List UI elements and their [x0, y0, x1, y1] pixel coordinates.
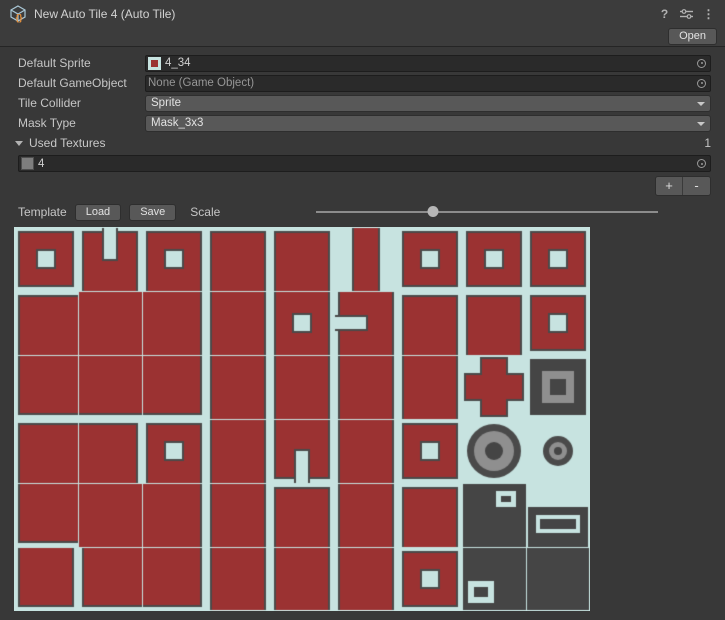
texture-thumbnail: [21, 157, 34, 170]
default-sprite-row: Default Sprite 4_34: [18, 53, 711, 73]
load-button[interactable]: Load: [75, 204, 121, 221]
default-gameobject-field[interactable]: None (Game Object): [145, 75, 711, 92]
tile-collider-label: Tile Collider: [18, 96, 145, 110]
add-button[interactable]: +: [656, 177, 683, 195]
default-gameobject-label: Default GameObject: [18, 76, 145, 90]
list-size-buttons: + -: [655, 176, 711, 196]
inspector-header: {} New Auto Tile 4 (Auto Tile) ? ⋮: [0, 0, 725, 28]
object-picker-icon[interactable]: [697, 59, 706, 68]
help-icon[interactable]: ?: [657, 7, 672, 21]
list-size-row: + -: [18, 174, 711, 198]
texture-field[interactable]: 4: [18, 155, 711, 172]
open-row: Open: [0, 28, 725, 47]
scale-slider[interactable]: [316, 205, 658, 219]
kebab-menu-icon[interactable]: ⋮: [701, 7, 716, 21]
mask-type-label: Mask Type: [18, 116, 145, 130]
mask-type-dropdown[interactable]: Mask_3x3: [145, 115, 711, 132]
tileset-template-preview[interactable]: [14, 227, 590, 611]
scale-label: Scale: [190, 205, 220, 219]
open-button[interactable]: Open: [668, 28, 717, 45]
used-textures-count: 1: [704, 136, 711, 150]
chevron-down-icon: [697, 102, 705, 106]
default-sprite-field[interactable]: 4_34: [145, 55, 711, 72]
remove-button[interactable]: -: [683, 177, 710, 195]
presets-icon[interactable]: [679, 8, 694, 20]
sprite-thumbnail: [148, 57, 161, 70]
texture-list-item: 4: [18, 153, 711, 174]
object-picker-icon[interactable]: [697, 159, 706, 168]
inspector-body: Default Sprite 4_34 Default GameObject N…: [0, 47, 725, 611]
chevron-down-icon: [697, 122, 705, 126]
foldout-triangle-icon[interactable]: [15, 141, 23, 146]
object-picker-icon[interactable]: [697, 79, 706, 88]
template-label: Template: [18, 205, 67, 219]
window-title: New Auto Tile 4 (Auto Tile): [34, 7, 175, 21]
auto-tile-asset-icon: {}: [9, 5, 27, 23]
scale-slider-handle[interactable]: [427, 206, 438, 217]
used-textures-foldout[interactable]: Used Textures 1: [18, 133, 711, 153]
svg-text:{}: {}: [16, 13, 24, 23]
tile-collider-dropdown[interactable]: Sprite: [145, 95, 711, 112]
mask-type-value: Mask_3x3: [151, 117, 203, 129]
mask-type-row: Mask Type Mask_3x3: [18, 113, 711, 133]
save-button[interactable]: Save: [129, 204, 176, 221]
default-sprite-value: 4_34: [165, 57, 191, 69]
scale-slider-track[interactable]: [316, 211, 658, 213]
default-gameobject-value: None (Game Object): [148, 77, 254, 89]
default-gameobject-row: Default GameObject None (Game Object): [18, 73, 711, 93]
texture-name: 4: [38, 158, 44, 170]
tile-collider-value: Sprite: [151, 97, 181, 109]
used-textures-label: Used Textures: [29, 136, 105, 150]
template-toolbar: Template Load Save Scale: [18, 202, 711, 222]
default-sprite-label: Default Sprite: [18, 56, 145, 70]
tile-collider-row: Tile Collider Sprite: [18, 93, 711, 113]
